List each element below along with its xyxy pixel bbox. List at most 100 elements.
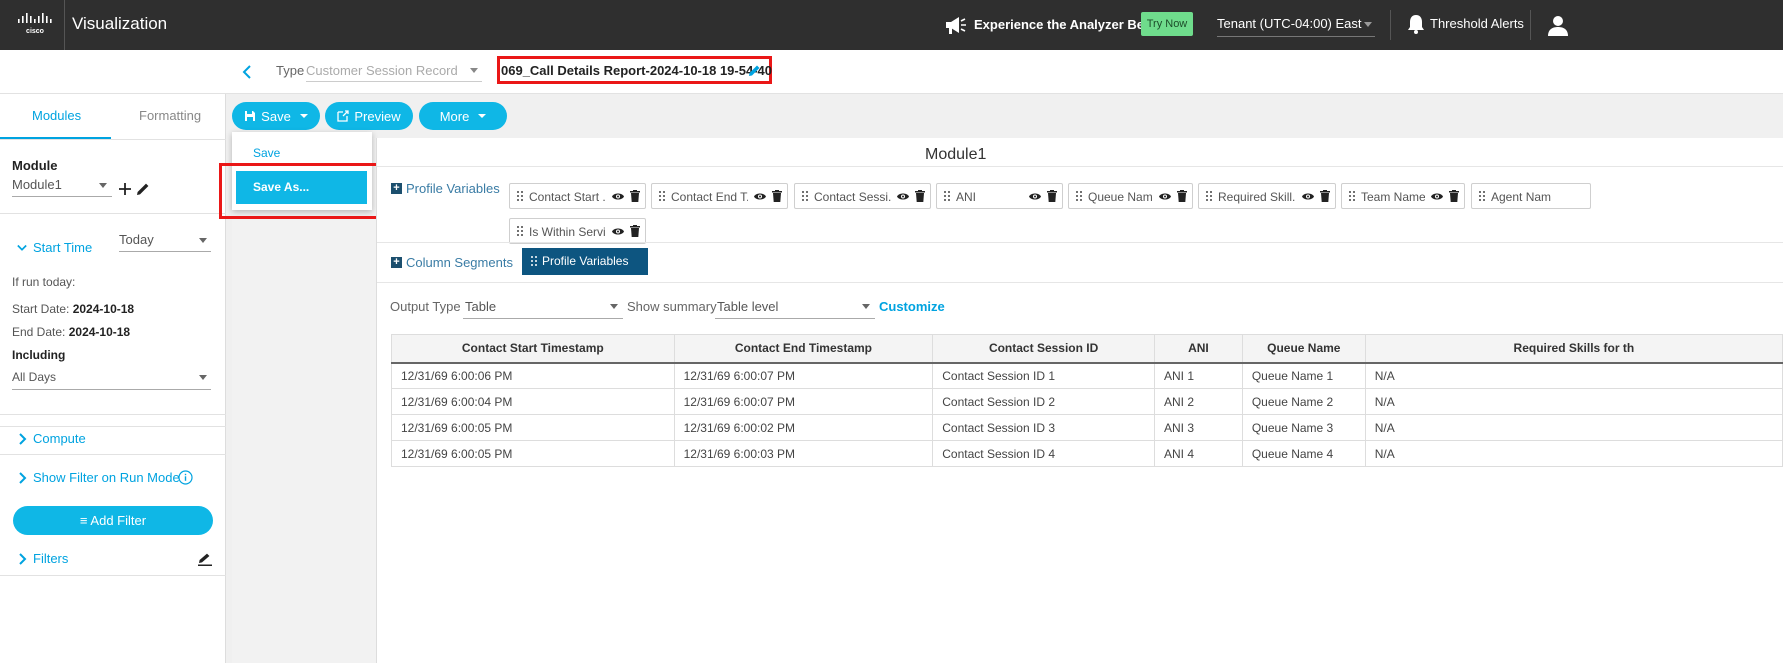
including-heading: Including bbox=[12, 348, 66, 362]
drag-handle-icon[interactable] bbox=[530, 255, 538, 267]
drag-handle-icon[interactable] bbox=[1478, 190, 1486, 202]
column-header[interactable]: Queue Name bbox=[1241, 334, 1366, 364]
start-time-toggle[interactable]: Start Time bbox=[33, 240, 92, 255]
eye-icon[interactable] bbox=[1028, 191, 1042, 202]
profile-variable-chip[interactable]: Team Name bbox=[1341, 183, 1465, 209]
plus-square-icon[interactable]: + bbox=[391, 257, 402, 268]
end-date-value: 2024-10-18 bbox=[68, 325, 131, 339]
show-summary-select[interactable]: Table level bbox=[717, 299, 778, 314]
tab-modules[interactable]: Modules bbox=[32, 108, 81, 123]
caret-down-icon bbox=[299, 114, 308, 118]
eye-icon[interactable] bbox=[1430, 191, 1444, 202]
column-segments-label[interactable]: Column Segments bbox=[406, 255, 513, 270]
more-button[interactable]: More bbox=[419, 102, 507, 130]
drag-handle-icon[interactable] bbox=[801, 190, 809, 202]
trash-icon[interactable] bbox=[1177, 190, 1187, 202]
start-time-caret-icon[interactable] bbox=[199, 238, 207, 243]
module-select[interactable]: Module1 bbox=[12, 177, 62, 192]
info-icon[interactable] bbox=[178, 470, 193, 485]
profile-variable-chip[interactable]: Required Skill... bbox=[1198, 183, 1336, 209]
filters-toggle[interactable]: Filters bbox=[33, 551, 68, 566]
cisco-logo-icon: cisco bbox=[18, 13, 52, 35]
column-segment-label: Profile Variables bbox=[542, 254, 629, 268]
trash-icon[interactable] bbox=[1320, 190, 1330, 202]
trash-icon[interactable] bbox=[772, 190, 782, 202]
drag-handle-icon[interactable] bbox=[516, 225, 524, 237]
preview-button[interactable]: Preview bbox=[325, 102, 413, 130]
column-header[interactable]: Contact Start Timestamp bbox=[391, 334, 675, 364]
try-now-button[interactable]: Try Now bbox=[1141, 12, 1193, 36]
eye-icon[interactable] bbox=[896, 191, 910, 202]
chip-label: Contact End T... bbox=[671, 190, 748, 204]
profile-variable-chip[interactable]: Queue Name bbox=[1068, 183, 1193, 209]
save-button[interactable]: Save bbox=[232, 102, 320, 130]
trash-icon[interactable] bbox=[915, 190, 925, 202]
column-header[interactable]: Contact End Timestamp bbox=[673, 334, 934, 364]
profile-variables-label[interactable]: Profile Variables bbox=[406, 181, 500, 196]
chevron-right-icon[interactable] bbox=[18, 553, 28, 565]
pencil-icon[interactable] bbox=[748, 64, 761, 77]
tenant-caret-icon[interactable] bbox=[1364, 22, 1372, 27]
user-icon[interactable] bbox=[1546, 13, 1570, 37]
profile-variable-chip[interactable]: Contact Start ... bbox=[509, 183, 646, 209]
drag-handle-icon[interactable] bbox=[1205, 190, 1213, 202]
output-type-select[interactable]: Table bbox=[465, 299, 496, 314]
menu-item-save[interactable]: Save bbox=[253, 146, 280, 160]
tab-divider bbox=[0, 139, 226, 140]
chevron-left-icon[interactable] bbox=[240, 64, 254, 80]
profile-variable-chip[interactable]: ANI bbox=[936, 183, 1063, 209]
threshold-alerts-link[interactable]: Threshold Alerts bbox=[1430, 16, 1524, 31]
report-name[interactable]: 069_Call Details Report-2024-10-18 19-54… bbox=[501, 63, 772, 78]
add-filter-button[interactable]: ≡ Add Filter bbox=[13, 506, 213, 535]
pencil-icon[interactable] bbox=[136, 182, 150, 196]
analyzer-beta-promo[interactable]: Experience the Analyzer Beta bbox=[974, 17, 1156, 32]
trash-icon[interactable] bbox=[1449, 190, 1459, 202]
trash-icon[interactable] bbox=[1047, 190, 1057, 202]
tab-formatting[interactable]: Formatting bbox=[139, 108, 201, 123]
trash-icon[interactable] bbox=[630, 225, 640, 237]
type-label: Type bbox=[276, 63, 305, 78]
chevron-down-icon[interactable] bbox=[17, 242, 27, 254]
column-header[interactable]: Contact Session ID bbox=[932, 334, 1155, 364]
bell-icon[interactable] bbox=[1406, 13, 1426, 35]
drag-handle-icon[interactable] bbox=[516, 190, 524, 202]
compute-toggle[interactable]: Compute bbox=[33, 431, 86, 446]
plus-icon[interactable] bbox=[118, 182, 132, 196]
plus-square-icon[interactable]: + bbox=[391, 183, 402, 194]
eye-icon[interactable] bbox=[611, 226, 625, 237]
drag-handle-icon[interactable] bbox=[1348, 190, 1356, 202]
trash-icon[interactable] bbox=[630, 190, 640, 202]
profile-variable-chip[interactable]: Is Within Servi... bbox=[509, 218, 646, 244]
eye-icon[interactable] bbox=[1158, 191, 1172, 202]
module-title: Module1 bbox=[925, 146, 987, 163]
profile-variable-chip[interactable]: Contact End T... bbox=[651, 183, 788, 209]
pencil-icon[interactable] bbox=[198, 552, 212, 566]
chevron-right-icon[interactable] bbox=[18, 472, 28, 484]
module-caret-icon[interactable] bbox=[99, 183, 107, 188]
tenant-underline bbox=[1217, 36, 1375, 37]
table-row: 12/31/69 6:00:05 PM 12/31/69 6:00:03 PM Co… bbox=[391, 440, 1783, 467]
column-header[interactable]: ANI bbox=[1153, 334, 1243, 364]
eye-icon[interactable] bbox=[1301, 191, 1315, 202]
profile-variable-chip[interactable]: Contact Sessi... bbox=[794, 183, 931, 209]
including-caret-icon[interactable] bbox=[199, 375, 207, 380]
logo-divider bbox=[64, 0, 65, 50]
profile-variable-chip[interactable]: Agent Name bbox=[1471, 183, 1591, 209]
drag-handle-icon[interactable] bbox=[1075, 190, 1083, 202]
eye-icon[interactable] bbox=[753, 191, 767, 202]
tenant-select[interactable]: Tenant (UTC-04:00) East bbox=[1217, 16, 1362, 31]
output-type-caret-icon[interactable] bbox=[610, 304, 618, 309]
eye-icon[interactable] bbox=[611, 191, 625, 202]
including-select[interactable]: All Days bbox=[12, 370, 56, 384]
drag-handle-icon[interactable] bbox=[658, 190, 666, 202]
section-divider bbox=[0, 454, 226, 455]
column-header[interactable]: Required Skills for th bbox=[1364, 334, 1783, 364]
drag-handle-icon[interactable] bbox=[943, 190, 951, 202]
show-filter-toggle[interactable]: Show Filter on Run Mode bbox=[33, 470, 180, 485]
customize-link[interactable]: Customize bbox=[879, 299, 945, 314]
column-segment-chip[interactable]: Profile Variables bbox=[522, 248, 648, 275]
start-time-select[interactable]: Today bbox=[119, 232, 154, 247]
show-summary-caret-icon[interactable] bbox=[862, 304, 870, 309]
table-cell: Queue Name 3 bbox=[1241, 414, 1366, 441]
chevron-right-icon[interactable] bbox=[18, 433, 28, 445]
